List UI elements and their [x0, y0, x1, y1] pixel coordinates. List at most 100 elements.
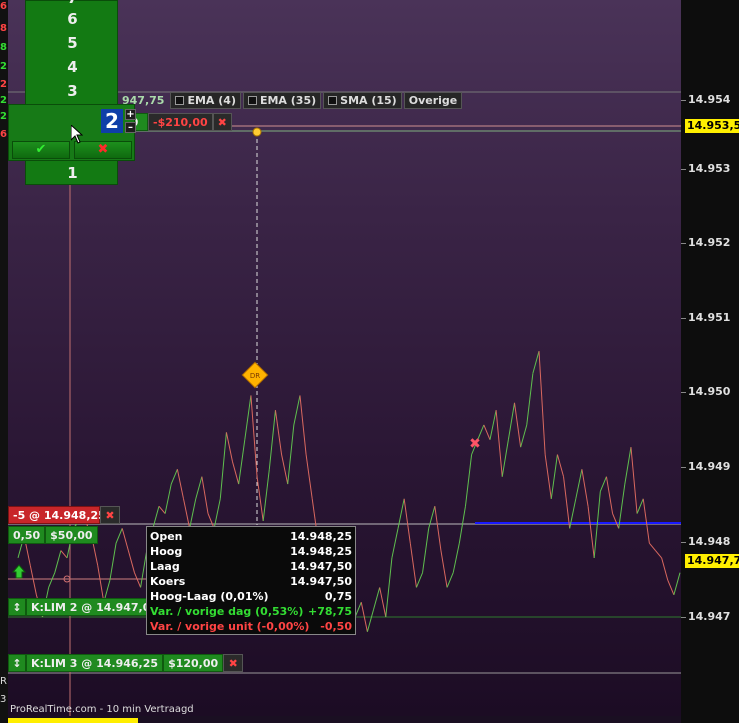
cross-icon: ✖ [97, 142, 109, 157]
left-price-strip: 6 8 8 2 2 2 2 6 [0, 0, 8, 723]
price-segment [121, 528, 129, 551]
price-segment [250, 395, 258, 477]
strip-digit: 2 [0, 79, 7, 90]
price-segment [538, 351, 546, 455]
qty-option[interactable]: 1 [26, 164, 119, 182]
price-segment [514, 402, 522, 448]
price-segment [244, 395, 252, 440]
y-tick-label: 14.947 [688, 610, 731, 623]
up-arrow-icon [11, 564, 27, 579]
tooltip-label: Open [150, 530, 183, 543]
price-segment [483, 424, 491, 440]
y-tick-label: 14.954 [688, 93, 731, 106]
tooltip-value: 14.947,50 [290, 575, 352, 588]
confirm-button[interactable]: ✔ [12, 141, 70, 159]
indicator-ema4[interactable]: EMA (4) [170, 92, 241, 109]
tooltip-row: Open 14.948,25 [150, 529, 352, 544]
price-segment [391, 528, 399, 559]
order-pnl-value: -$210,00 [148, 113, 213, 131]
close-icon[interactable]: ✖ [100, 506, 120, 524]
strip-digit: 6 [0, 129, 7, 140]
y-tick-label: 14.952 [688, 236, 731, 249]
tooltip-label: Koers [150, 575, 186, 588]
tooltip-label: Laag [150, 560, 180, 573]
price-segment [495, 410, 503, 477]
increment-button[interactable]: + [125, 109, 136, 120]
tooltip-row: Koers 14.947,50 [150, 574, 352, 589]
price-segment [599, 476, 607, 492]
indicator-other-button[interactable]: Overige [403, 92, 463, 109]
indicator-sma15[interactable]: SMA (15) [323, 92, 402, 109]
price-segment [655, 550, 662, 559]
price-segment [170, 469, 178, 485]
qty-option-partial[interactable]: 7 [26, 0, 119, 7]
limit-order-1[interactable]: ↕ K:LIM 2 @ 14.947,00 [8, 598, 164, 616]
footer-source: ProRealTime.com - 10 min Vertraagd [10, 704, 194, 715]
tooltip-value: +78,75 [307, 605, 352, 618]
price-segment [305, 454, 313, 499]
price-segment [373, 587, 381, 610]
indicator-label: EMA (4) [187, 94, 236, 107]
drag-handle-icon[interactable]: ↕ [8, 654, 26, 672]
tooltip-row: Laag 14.947,50 [150, 559, 352, 574]
footer-highlight-bar [8, 718, 138, 723]
indicator-toolbar: 947,75 EMA (4) EMA (35) SMA (15) Overige [118, 92, 463, 109]
checkbox-icon[interactable] [247, 96, 257, 105]
sell-order-label[interactable]: -5 @ 14.948,25 ✖ [8, 506, 120, 524]
price-segment [134, 572, 142, 588]
price-segment [593, 491, 601, 558]
close-icon[interactable]: ✖ [212, 113, 232, 131]
tooltip-label: Hoog [150, 545, 183, 558]
quantity-value[interactable]: 2 [101, 109, 123, 133]
strip-digit: 8 [0, 42, 7, 53]
drag-handle-icon[interactable]: ↕ [8, 598, 26, 616]
current-price-tag: 14.947,75 [685, 554, 739, 568]
strip-digit: 6 [0, 1, 7, 12]
indicator-ema35[interactable]: EMA (35) [242, 92, 322, 109]
qty-option[interactable]: 4 [26, 58, 119, 76]
decrement-button[interactable]: – [125, 122, 136, 133]
price-segment [661, 557, 669, 581]
tooltip-label: Hoog-Laag (0,01%) [150, 590, 269, 603]
y-tick-label: 14.949 [688, 460, 731, 473]
price-segment [587, 506, 595, 558]
price-segment [544, 454, 552, 499]
tooltip-value: 14.948,25 [290, 545, 352, 558]
price-segment [158, 505, 166, 514]
cross-marker-icon: ✖ [469, 436, 481, 452]
checkbox-icon[interactable] [328, 96, 338, 105]
price-segment [605, 476, 614, 514]
tooltip-row: Hoog-Laag (0,01%) 0,75 [150, 589, 352, 604]
price-segment [563, 476, 571, 529]
ohlc-tooltip: Open 14.948,25 Hoog 14.948,25 Laag 14.947,50 K… [146, 526, 356, 635]
price-segment [556, 454, 565, 477]
price-segment [115, 528, 123, 544]
price-segment [520, 424, 528, 448]
qty-option[interactable]: 3 [26, 82, 119, 100]
price-segment [366, 609, 375, 632]
price-segment [507, 402, 515, 440]
indicator-label: EMA (35) [259, 94, 317, 107]
dr-marker-icon: DR [241, 361, 269, 389]
sell-order-pnl: 0,50 $50,00 [8, 526, 98, 544]
price-segment [624, 447, 632, 485]
price-segment [673, 572, 681, 595]
tooltip-value: 14.948,25 [290, 530, 352, 543]
price-segment [201, 476, 209, 514]
price-segment [550, 454, 558, 499]
price-segment [612, 513, 620, 529]
qty-option[interactable]: 5 [26, 34, 119, 52]
price-segment [287, 424, 295, 485]
tooltip-row: Var. / vorige unit (-0,00%) -0,50 [150, 619, 352, 634]
qty-option[interactable]: 6 [26, 10, 119, 28]
limit-order-2[interactable]: ↕ K:LIM 3 @ 14.946,25 $120,00 ✖ [8, 654, 244, 672]
price-segment [575, 469, 583, 499]
price-segment [281, 454, 289, 485]
y-tick-mark [681, 467, 686, 468]
price-segment [409, 543, 417, 588]
strip-digit: 8 [0, 23, 7, 34]
checkbox-icon[interactable] [175, 96, 185, 105]
price-segment [256, 476, 264, 522]
price-segment [127, 550, 135, 573]
close-icon[interactable]: ✖ [223, 654, 244, 672]
